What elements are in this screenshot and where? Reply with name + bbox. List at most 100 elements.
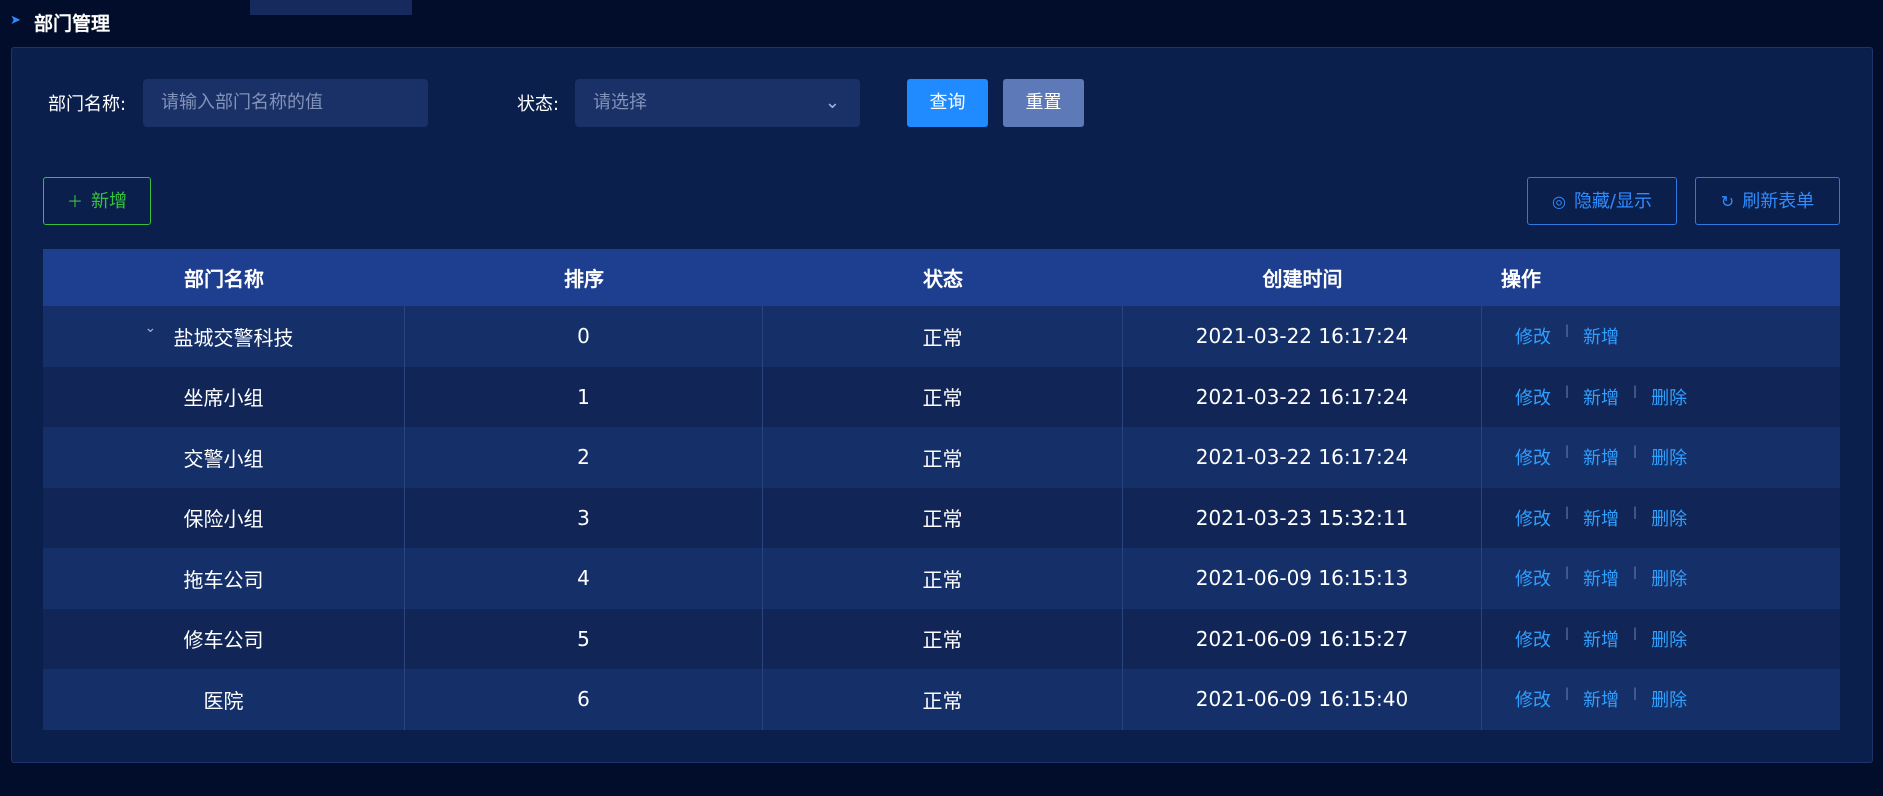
status-cell: 正常 [763, 487, 1123, 548]
action-divider: | [1633, 383, 1638, 398]
status-select[interactable]: 请选择 ⌄ [575, 79, 860, 127]
delete-link[interactable]: 删除 [1651, 626, 1687, 652]
chevron-down-icon[interactable]: ⌄ [145, 320, 157, 336]
plus-icon: ＋ [66, 192, 83, 211]
delete-link[interactable]: 删除 [1651, 444, 1687, 470]
created-time-cell: 2021-06-09 16:15:40 [1123, 669, 1482, 730]
delete-link[interactable]: 删除 [1651, 686, 1687, 712]
refresh-icon: ↻ [1720, 192, 1735, 211]
status-cell: 正常 [763, 306, 1123, 367]
add-child-link[interactable]: 新增 [1583, 384, 1619, 410]
eye-icon: ◎ [1551, 192, 1566, 211]
dept-name-cell: 保险小组 [43, 487, 405, 548]
action-divider: | [1633, 625, 1638, 640]
dept-name-cell: 医院 [43, 669, 405, 730]
status-cell: 正常 [763, 669, 1123, 730]
actions-cell: 修改 | 新增 | 删除 [1482, 669, 1840, 730]
actions-cell: 修改 | 新增 | 删除 [1482, 609, 1840, 670]
main-panel: 部门名称: 请输入部门名称的值 状态: 请选择 ⌄ 查询 重置 ＋ 新增 ◎ 隐藏/… [11, 47, 1873, 763]
edit-link[interactable]: 修改 [1515, 384, 1551, 410]
dept-name: 修车公司 [183, 628, 264, 653]
action-divider: | [1633, 686, 1638, 701]
sort-cell: 5 [405, 608, 763, 669]
column-header[interactable]: 状态 [763, 249, 1123, 306]
dept-name-cell: 坐席小组 [43, 366, 405, 427]
action-divider: | [1565, 504, 1570, 519]
dept-name-input[interactable]: 请输入部门名称的值 [143, 79, 428, 127]
edit-link[interactable]: 修改 [1515, 626, 1551, 652]
created-time-cell: 2021-06-09 16:15:27 [1123, 608, 1482, 669]
edit-link[interactable]: 修改 [1515, 323, 1551, 349]
created-time-cell: 2021-03-22 16:17:24 [1123, 366, 1482, 427]
add-child-link[interactable]: 新增 [1583, 686, 1619, 712]
table-row[interactable]: 拖车公司 4 正常 2021-06-09 16:15:13 修改 | 新增 | 删除 [43, 548, 1840, 609]
dept-name: 交警小组 [183, 446, 264, 471]
query-button[interactable]: 查询 [907, 79, 988, 127]
table-body: ⌄ 盐城交警科技 0 正常 2021-03-22 16:17:24 修改 | 新增 坐席小组 1 正… [43, 306, 1840, 730]
action-divider: | [1633, 565, 1638, 580]
actions-cell: 修改 | 新增 | 删除 [1482, 427, 1840, 488]
action-divider: | [1633, 504, 1638, 519]
sort-cell: 0 [405, 306, 763, 367]
reset-button[interactable]: 重置 [1003, 79, 1084, 127]
sort-cell: 6 [405, 669, 763, 730]
add-button[interactable]: ＋ 新增 [43, 177, 151, 225]
dept-name-label: 部门名称: [48, 94, 127, 115]
title-bar: ➤ 部门管理 [0, 0, 1883, 44]
status-select-value: 请选择 [593, 92, 647, 113]
table-header: 部门名称 排序 状态 创建时间 操作 [43, 249, 1840, 306]
action-divider: | [1565, 323, 1570, 338]
dept-name: 坐席小组 [183, 386, 264, 411]
toggle-columns-button[interactable]: ◎ 隐藏/显示 [1527, 177, 1677, 225]
delete-link[interactable]: 删除 [1651, 505, 1687, 531]
edit-link[interactable]: 修改 [1515, 444, 1551, 470]
add-button-label: 新增 [91, 191, 127, 212]
actions-cell: 修改 | 新增 | 删除 [1482, 367, 1840, 428]
dept-table: 部门名称 排序 状态 创建时间 操作 ⌄ 盐城交警科技 0 正常 2021-03-22 … [43, 249, 1840, 730]
refresh-button[interactable]: ↻ 刷新表单 [1695, 177, 1840, 225]
edit-link[interactable]: 修改 [1515, 565, 1551, 591]
delete-link[interactable]: 删除 [1651, 565, 1687, 591]
table-row[interactable]: 坐席小组 1 正常 2021-03-22 16:17:24 修改 | 新增 | 删除 [43, 366, 1840, 428]
dept-name-cell: 交警小组 [43, 427, 405, 488]
actions-cell: 修改 | 新增 | 删除 [1482, 488, 1840, 549]
created-time-cell: 2021-03-22 16:17:24 [1123, 427, 1482, 488]
edit-link[interactable]: 修改 [1515, 686, 1551, 712]
column-header[interactable]: 操作 [1482, 249, 1840, 306]
action-divider: | [1565, 444, 1570, 459]
column-header[interactable]: 创建时间 [1123, 249, 1482, 306]
dept-name: 医院 [203, 688, 244, 713]
column-header[interactable]: 部门名称 [43, 249, 405, 306]
page-title: 部门管理 [34, 13, 111, 35]
delete-link[interactable]: 删除 [1651, 384, 1687, 410]
column-header[interactable]: 排序 [405, 249, 763, 306]
add-child-link[interactable]: 新增 [1583, 444, 1619, 470]
dept-name: 保险小组 [183, 507, 264, 532]
arrow-right-icon: ➤ [10, 13, 21, 28]
dept-name-cell: 拖车公司 [43, 548, 405, 609]
add-child-link[interactable]: 新增 [1583, 565, 1619, 591]
table-row[interactable]: ⌄ 盐城交警科技 0 正常 2021-03-22 16:17:24 修改 | 新增 [43, 306, 1840, 367]
add-child-link[interactable]: 新增 [1583, 323, 1619, 349]
status-cell: 正常 [763, 608, 1123, 669]
sort-cell: 4 [405, 548, 763, 609]
add-child-link[interactable]: 新增 [1583, 505, 1619, 531]
status-cell: 正常 [763, 548, 1123, 609]
status-cell: 正常 [763, 366, 1123, 427]
edit-link[interactable]: 修改 [1515, 505, 1551, 531]
dept-name-cell: 修车公司 [43, 608, 405, 669]
created-time-cell: 2021-06-09 16:15:13 [1123, 548, 1482, 609]
table-row[interactable]: 医院 6 正常 2021-06-09 16:15:40 修改 | 新增 | 删除 [43, 669, 1840, 730]
tab-indicator[interactable] [250, 0, 412, 15]
add-child-link[interactable]: 新增 [1583, 626, 1619, 652]
dept-name-text: 盐城交警科技 [173, 325, 294, 350]
action-divider: | [1565, 686, 1570, 701]
chevron-down-icon: ⌄ [824, 92, 840, 113]
sort-cell: 3 [405, 487, 763, 548]
action-divider: | [1565, 565, 1570, 580]
table-row[interactable]: 保险小组 3 正常 2021-03-23 15:32:11 修改 | 新增 | 删除 [43, 487, 1840, 549]
action-divider: | [1633, 444, 1638, 459]
created-time-cell: 2021-03-22 16:17:24 [1123, 306, 1482, 367]
table-row[interactable]: 交警小组 2 正常 2021-03-22 16:17:24 修改 | 新增 | 删除 [43, 427, 1840, 488]
table-row[interactable]: 修车公司 5 正常 2021-06-09 16:15:27 修改 | 新增 | 删除 [43, 608, 1840, 670]
